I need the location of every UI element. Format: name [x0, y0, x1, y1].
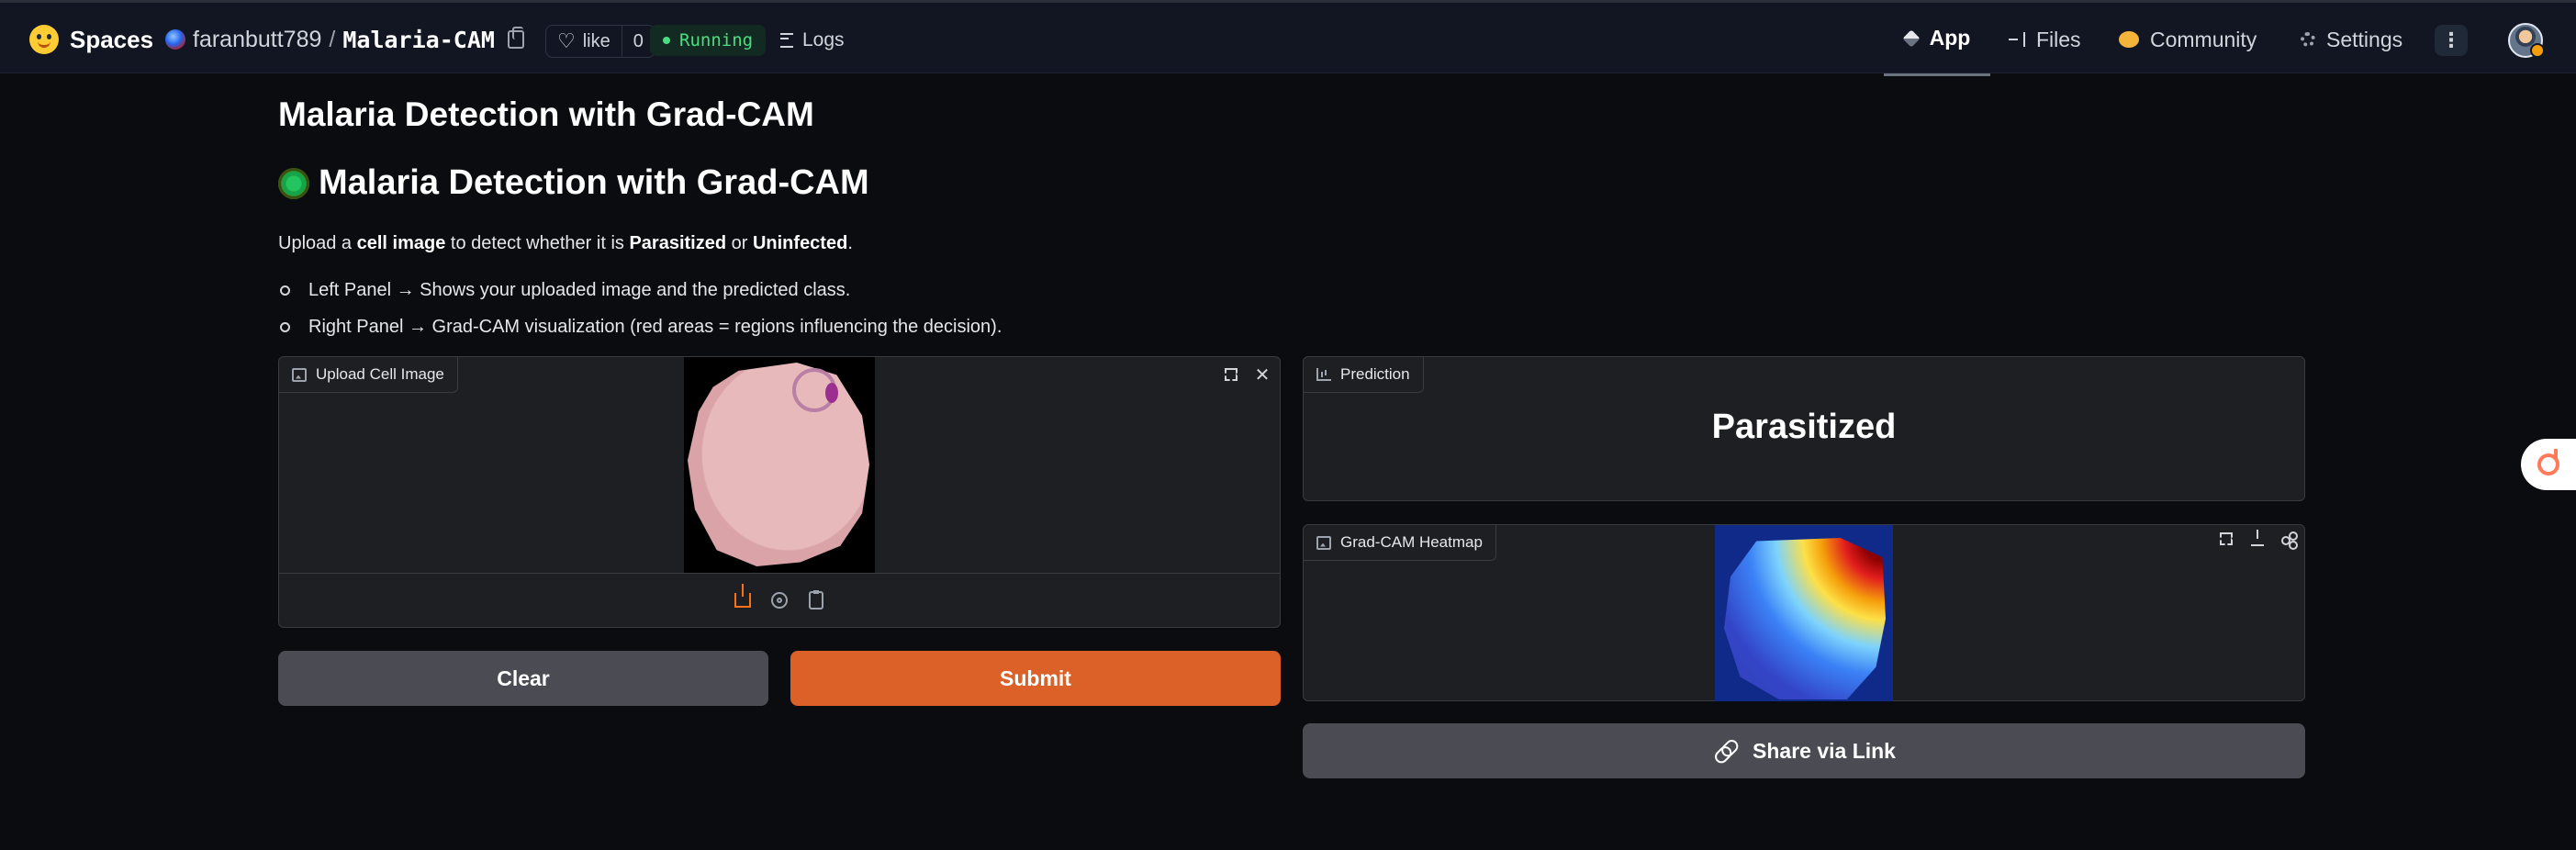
share-button[interactable] [2279, 529, 2299, 550]
bar-chart-icon [1316, 368, 1331, 381]
gradcam-heatmap-panel: Grad-CAM Heatmap [1303, 524, 2305, 701]
bullet-icon [280, 321, 290, 332]
tab-community-label: Community [2150, 27, 2257, 51]
fullscreen-icon [2220, 532, 2233, 545]
heatmap-label-text: Grad-CAM Heatmap [1340, 533, 1483, 551]
submit-button[interactable]: Submit [790, 651, 1281, 706]
repo-name-link[interactable]: Malaria-CAM [342, 27, 495, 53]
webcam-source-button[interactable] [769, 590, 790, 610]
webcam-icon [771, 592, 788, 609]
status-dot-icon [663, 37, 670, 44]
share-icon [2281, 531, 2298, 550]
tab-files-label: Files [2036, 27, 2081, 51]
uploaded-cell-image [684, 357, 875, 574]
list-item: Right Panel → Grad-CAM visualization (re… [278, 308, 1002, 345]
image-icon [1316, 535, 1331, 550]
clipboard-source-button[interactable] [806, 590, 826, 610]
upload-panel-label: Upload Cell Image [279, 357, 458, 393]
section-heading: Malaria Detection with Grad-CAM [278, 163, 869, 203]
gear-icon [2301, 32, 2315, 47]
list-item: Left Panel → Shows your uploaded image a… [278, 272, 1002, 308]
share-via-link-button[interactable]: Share via Link [1303, 723, 2305, 778]
fullscreen-button[interactable] [1217, 361, 1245, 388]
tab-app[interactable]: App [1884, 3, 1990, 76]
brand-label: Spaces [70, 25, 154, 53]
prediction-panel: Prediction Parasitized [1303, 356, 2305, 501]
close-icon: ✕ [1254, 363, 1271, 386]
owner-link[interactable]: faranbutt789 [193, 27, 321, 53]
download-button[interactable] [2247, 529, 2268, 549]
tab-settings-label: Settings [2326, 27, 2403, 51]
desc-bold-parasitized: Parasitized [629, 233, 727, 253]
prediction-panel-label: Prediction [1304, 357, 1424, 393]
like-label: like [582, 30, 610, 51]
upload-source-button[interactable] [733, 584, 753, 610]
description: Upload a cell image to detect whether it… [278, 233, 853, 254]
copy-icon[interactable] [507, 27, 524, 49]
section-heading-text: Malaria Detection with Grad-CAM [319, 163, 869, 202]
heatmap-panel-label: Grad-CAM Heatmap [1304, 525, 1496, 561]
hugging-face-logo-icon [29, 25, 59, 54]
breadcrumb-separator: / [329, 26, 336, 52]
repo-breadcrumb: faranbutt789 / Malaria-CAM [165, 23, 524, 56]
logs-label: Logs [802, 29, 845, 50]
upload-label-text: Upload Cell Image [316, 365, 444, 383]
desc-bold-cell-image: cell image [356, 233, 446, 253]
desc-text: . [847, 233, 853, 253]
gradcam-heatmap-image [1715, 525, 1893, 701]
heatmap-fullscreen-button[interactable] [2216, 529, 2236, 549]
owner-avatar[interactable] [165, 29, 185, 50]
prediction-value: Parasitized [1711, 408, 1897, 446]
tab-community[interactable]: Community [2119, 3, 2257, 76]
clear-button[interactable]: Clear [278, 651, 768, 706]
heart-icon: ♡ [557, 29, 576, 52]
heatmap-actions [2216, 529, 2299, 550]
upload-icon [734, 584, 751, 608]
bullet-icon [280, 285, 290, 296]
download-icon [2251, 530, 2264, 546]
link-icon [1709, 734, 1742, 766]
desc-text: or [726, 233, 753, 253]
spaces-home-link[interactable]: Spaces [29, 23, 153, 56]
logs-button[interactable]: Logs [780, 25, 845, 56]
tab-files[interactable]: Files [2009, 3, 2081, 76]
clipboard-icon [809, 590, 823, 610]
list-item-text: Left Panel → Shows your uploaded image a… [308, 279, 851, 300]
cube-icon [1902, 28, 1921, 48]
instructions-list: Left Panel → Shows your uploaded image a… [278, 272, 1002, 345]
clear-image-button[interactable]: ✕ [1249, 361, 1276, 388]
desc-text: to detect whether it is [445, 233, 630, 253]
fullscreen-icon [1225, 368, 1238, 381]
desc-text: Upload a [278, 233, 357, 253]
status-label: Running [679, 30, 754, 50]
hubspot-chat-button[interactable] [2521, 439, 2576, 490]
tab-settings[interactable]: Settings [2301, 3, 2402, 76]
more-options-button[interactable]: ⋮ [2435, 25, 2468, 56]
desc-bold-uninfected: Uninfected [752, 233, 848, 253]
upload-image-panel[interactable]: Upload Cell Image ✕ [278, 356, 1281, 628]
logs-icon [780, 33, 793, 48]
page-title: Malaria Detection with Grad-CAM [278, 95, 814, 133]
hubspot-icon [2537, 449, 2559, 475]
status-badge[interactable]: Running [650, 25, 767, 56]
image-icon [292, 367, 307, 382]
prediction-label-text: Prediction [1340, 365, 1410, 383]
community-icon [2119, 31, 2139, 48]
user-avatar[interactable] [2508, 23, 2545, 58]
top-nav: Spaces faranbutt789 / Malaria-CAM ♡ like … [0, 0, 2576, 76]
like-button[interactable]: ♡ like 0 [545, 25, 655, 58]
source-toolbar [279, 573, 1280, 627]
files-icon [2009, 32, 2025, 47]
share-button-label: Share via Link [1753, 738, 1896, 763]
list-item-text: Right Panel → Grad-CAM visualization (re… [308, 316, 1002, 337]
microbe-icon [278, 167, 309, 199]
tab-app-label: App [1929, 26, 1971, 50]
